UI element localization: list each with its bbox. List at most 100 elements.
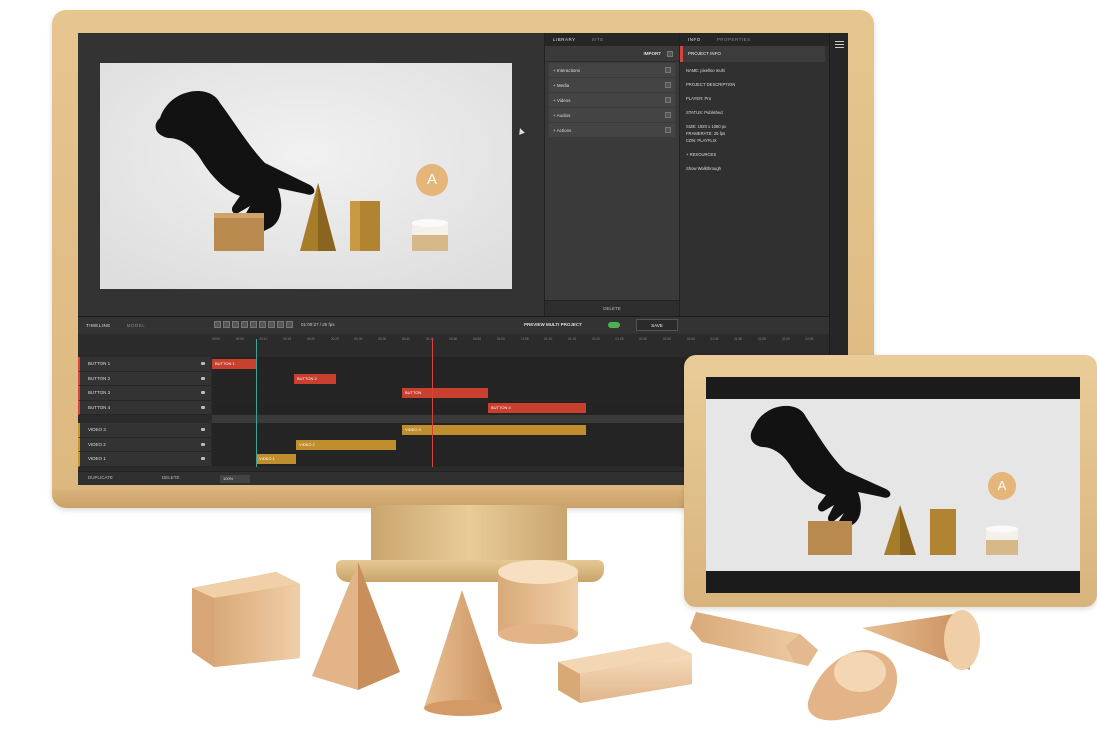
wood-cube — [192, 572, 300, 667]
tablet-device: A — [684, 355, 1097, 607]
pause-icon[interactable] — [250, 321, 257, 328]
visibility-icon[interactable] — [201, 442, 205, 446]
playhead[interactable] — [432, 339, 433, 467]
project-info-body: NAME: pixelloo multi PROJECT DESCRIPTION… — [680, 62, 829, 186]
track-button-2[interactable]: BUTTON 2 — [78, 371, 211, 386]
playback-controls: 01:00:27 / 25 fps — [214, 321, 335, 328]
clip-video-3[interactable]: VIDEO 3 — [402, 425, 586, 435]
visibility-icon[interactable] — [201, 376, 205, 380]
import-add-icon[interactable] — [667, 50, 673, 57]
timeline-header: TIMELINE MODEL 01:00:27 / 25 fps PREVIEW… — [78, 317, 829, 334]
clip-button-4[interactable]: BUTTON 4 — [488, 402, 586, 413]
visibility-icon[interactable] — [201, 405, 205, 409]
clip-video-1[interactable]: VIDEO 1 — [256, 454, 296, 464]
track-label: VIDEO 3 — [88, 427, 106, 433]
clip-button-3[interactable]: BUTTON — [402, 388, 488, 398]
track-labels: BUTTON 1 BUTTON 2 BUTTON 3 BUTTON 4 VIDE… — [78, 357, 211, 467]
step-back-icon[interactable] — [223, 321, 230, 328]
ruler-tick: 02:05 — [805, 337, 814, 341]
logo-badge: A — [988, 472, 1016, 500]
resources-toggle[interactable]: + RESOURCES — [686, 152, 823, 157]
clip-video-2[interactable]: VIDEO 2 — [296, 439, 396, 450]
cube-shape — [808, 521, 852, 555]
visibility-icon[interactable] — [201, 391, 205, 395]
duplicate-button[interactable]: DUPLICATE — [88, 475, 113, 480]
ruler-tick: 00:20 — [306, 337, 315, 341]
visibility-icon[interactable] — [201, 428, 205, 432]
monitor-stand-neck — [371, 505, 567, 563]
library-delete-button[interactable]: DELETE — [545, 300, 679, 316]
tab-model[interactable]: MODEL — [119, 323, 154, 328]
expand-icon[interactable] — [665, 112, 671, 118]
tablet-preview: A — [706, 399, 1080, 571]
track-label: VIDEO 1 — [88, 456, 106, 462]
skip-end-icon[interactable] — [277, 321, 284, 328]
project-framerate: FRAMERATE: 25 fps — [686, 131, 726, 136]
expand-icon[interactable] — [665, 67, 671, 73]
preview-multi-project-button[interactable]: PREVIEW MULTI PROJECT — [524, 322, 582, 327]
tab-properties[interactable]: PROPERTIES — [709, 37, 759, 42]
step-forward-icon[interactable] — [268, 321, 275, 328]
menu-icon[interactable] — [835, 41, 844, 48]
tab-library[interactable]: LIBRARY — [545, 37, 584, 42]
preview-scene — [100, 63, 512, 289]
project-description: PROJECT DESCRIPTION — [686, 82, 736, 87]
ruler-tick: 00:40 — [401, 337, 410, 341]
track-label: BUTTON 4 — [88, 404, 111, 410]
library-item-videos[interactable]: + Videos — [549, 93, 675, 107]
timecode: 01:00:27 / 25 fps — [301, 322, 335, 327]
zoom-select[interactable]: 100% — [220, 475, 250, 483]
expand-icon[interactable] — [665, 97, 671, 103]
fast-forward-icon[interactable] — [259, 321, 266, 328]
ruler-tick: 00:45 — [425, 337, 434, 341]
ruler-tick: 01:50 — [734, 337, 743, 341]
import-button[interactable]: IMPORT — [644, 51, 662, 56]
in-marker[interactable] — [256, 339, 257, 467]
track-button-4[interactable]: BUTTON 4 — [78, 400, 211, 415]
track-video-1[interactable]: VIDEO 1 — [78, 452, 211, 467]
expand-icon[interactable] — [665, 82, 671, 88]
tab-timeline[interactable]: TIMELINE — [78, 323, 119, 328]
library-item-interactions[interactable]: + Interactions — [549, 63, 675, 77]
track-button-1[interactable]: BUTTON 1 — [78, 357, 211, 372]
ruler-tick: 01:25 — [615, 337, 624, 341]
ruler-tick: 01:30 — [639, 337, 648, 341]
clip-button-2[interactable]: BUTTON 2 — [294, 373, 336, 384]
ruler-tick: 01:55 — [757, 337, 766, 341]
clip-button-1[interactable]: BUTTON 1 — [212, 359, 256, 369]
tab-info[interactable]: INFO — [680, 37, 709, 42]
library-item-label: + Interactions — [553, 67, 581, 73]
track-video-3[interactable]: VIDEO 3 — [78, 423, 211, 438]
loop-icon[interactable] — [286, 321, 293, 328]
library-item-media[interactable]: + Media — [549, 78, 675, 92]
rewind-icon[interactable] — [232, 321, 239, 328]
visibility-icon[interactable] — [201, 362, 205, 366]
video-preview[interactable]: A — [100, 63, 512, 289]
project-name: NAME: pixelloo multi — [686, 68, 725, 73]
library-item-audios[interactable]: + Audios — [549, 108, 675, 122]
walkthrough-link[interactable]: Show Walkthrough — [686, 166, 823, 171]
ruler-tick: 00:30 — [354, 337, 363, 341]
cube-shape — [214, 213, 264, 251]
library-item-label: + Videos — [553, 97, 571, 103]
preview-toggle[interactable] — [608, 322, 620, 328]
time-ruler[interactable]: 00:00 00:05 00:10 00:15 00:20 00:25 00:30 00:35… — [212, 337, 829, 346]
project-cdn: CDN: PLAYFLIX — [686, 138, 717, 143]
expand-icon[interactable] — [665, 127, 671, 133]
wood-cone-lying — [862, 610, 980, 670]
track-video-2[interactable]: VIDEO 2 — [78, 437, 211, 452]
ruler-tick: 00:15 — [283, 337, 292, 341]
wood-prism — [690, 612, 818, 666]
ruler-tick: 01:45 — [710, 337, 719, 341]
library-item-actions[interactable]: + Actions — [549, 123, 675, 137]
play-icon[interactable] — [241, 321, 248, 328]
tab-site[interactable]: SITE — [584, 37, 612, 42]
save-button[interactable]: SAVE — [636, 319, 678, 331]
wood-flat-block — [558, 642, 692, 703]
skip-start-icon[interactable] — [214, 321, 221, 328]
delete-track-button[interactable]: DELETE — [162, 475, 180, 480]
visibility-icon[interactable] — [201, 457, 205, 461]
track-button-3[interactable]: BUTTON 3 — [78, 386, 211, 401]
cursor-icon — [517, 127, 525, 135]
ruler-tick: 00:10 — [259, 337, 268, 341]
